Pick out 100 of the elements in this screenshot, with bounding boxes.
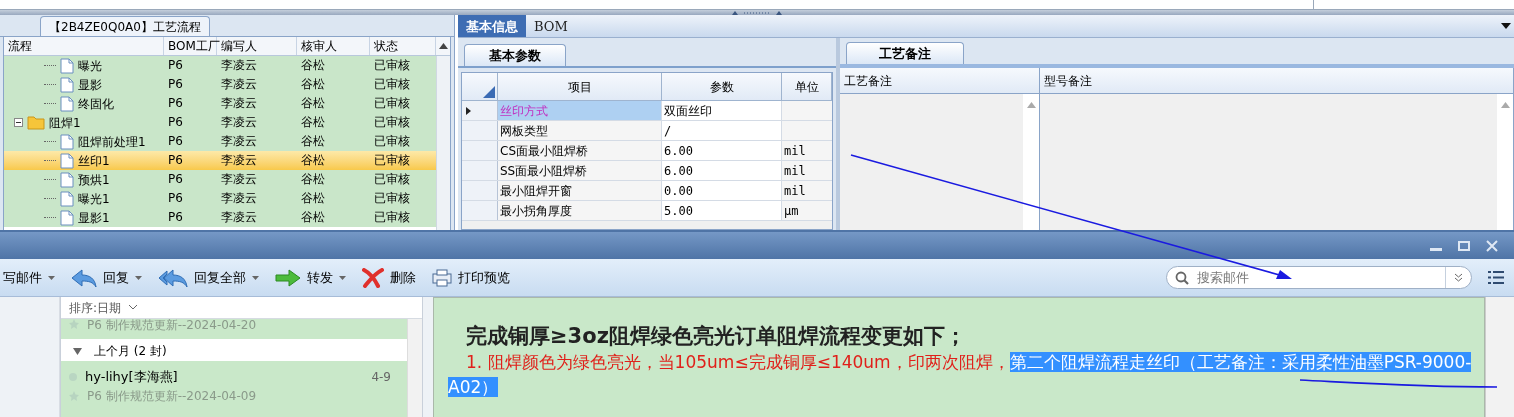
table-cell: mil: [782, 141, 832, 160]
tree-item[interactable]: 曝光: [78, 56, 102, 75]
table-cell-text: P6: [167, 209, 184, 226]
column-header[interactable]: 状态: [370, 37, 436, 55]
message-item[interactable]: hy-lihy[李海燕] 4-9 P6 制作规范更新--2024-04-09: [61, 361, 407, 417]
mail-heading: 完成铜厚≥3oz阻焊绿色亮光订单阻焊流程变更如下；: [465, 323, 967, 350]
column-header[interactable]: 工艺备注: [840, 68, 1039, 94]
panel-tab[interactable]: 工艺备注: [846, 42, 964, 64]
panel-tab[interactable]: 基本参数: [464, 44, 566, 66]
tree-item[interactable]: 阻焊前处理1: [78, 132, 146, 151]
menu-icon[interactable]: [1488, 271, 1504, 284]
tree-item[interactable]: 终固化: [78, 94, 114, 113]
collapse-icon[interactable]: [14, 118, 23, 127]
table-cell: 最小阻焊开窗: [498, 181, 662, 200]
table-cell: 6.00: [662, 161, 782, 180]
tree-item[interactable]: 丝印1: [78, 151, 110, 170]
table-cell-text: P6: [167, 114, 184, 131]
toolbar-button[interactable]: 写邮件: [3, 267, 55, 288]
delete-cross-icon: [362, 267, 384, 288]
tree-item[interactable]: 曝光1: [78, 189, 110, 208]
table-cell: /: [662, 121, 782, 140]
table-cell-text: 李凌云: [220, 152, 258, 169]
maximize-icon[interactable]: [1458, 240, 1470, 251]
document-icon: [60, 190, 74, 207]
scrollbar[interactable]: [407, 319, 422, 417]
table-cell-text: 谷松: [300, 190, 326, 207]
column-header[interactable]: 型号备注: [1040, 68, 1513, 94]
mail-paragraph: 1. 阻焊颜色为绿色亮光，当105um≤完成铜厚≤140um，印两次阻焊，第二个阻焊流程走丝印（工艺备注：采用柔性油墨PSR-9000-A02）: [448, 351, 1473, 399]
document-icon: [60, 76, 74, 93]
table-cell-text: P6: [167, 190, 184, 207]
tree-item[interactable]: 阻焊1: [49, 113, 81, 132]
row-header[interactable]: [462, 101, 498, 120]
toolbar-button[interactable]: 转发: [275, 267, 346, 288]
table-cell-text: 谷松: [300, 114, 326, 131]
document-icon: [60, 171, 74, 188]
double-chevron-icon[interactable]: [1454, 273, 1463, 282]
table-cell: 0.00: [662, 181, 782, 200]
search-field[interactable]: 搜索邮件: [1166, 266, 1472, 289]
search-input[interactable]: 搜索邮件: [1197, 267, 1445, 288]
dropdown-caret-icon[interactable]: [1501, 23, 1511, 29]
table-cell-text: P6: [167, 57, 184, 74]
close-icon[interactable]: [1486, 239, 1498, 252]
tree-item[interactable]: 预烘1: [78, 170, 110, 189]
column-header[interactable]: 单位: [782, 73, 832, 100]
document-icon: [60, 133, 74, 150]
splitter-grip-icon[interactable]: [732, 10, 782, 15]
tree-item[interactable]: 显影: [78, 75, 102, 94]
table-cell-text: 谷松: [300, 209, 326, 226]
toolbar-button[interactable]: 打印预览: [432, 267, 510, 288]
column-header[interactable]: 参数: [662, 73, 782, 100]
table-cell: SS面最小阻焊桥: [498, 161, 662, 180]
table-cell: mil: [782, 161, 832, 180]
scrollbar[interactable]: [1485, 297, 1514, 417]
toolbar-button[interactable]: 删除: [362, 267, 416, 288]
column-header[interactable]: 流程: [4, 37, 164, 55]
toolbar-button[interactable]: 回复全部: [158, 267, 259, 288]
table-cell: 网板类型: [498, 121, 662, 140]
collapse-triangle-icon[interactable]: [73, 347, 82, 355]
panel-tab[interactable]: 【2B4ZE0Q0A0】工艺流程: [40, 16, 210, 36]
table-cell-text: 已审核: [373, 152, 411, 169]
table-cell-text: 谷松: [300, 133, 326, 150]
table-cell-text: 谷松: [300, 171, 326, 188]
table-cell-text: 李凌云: [220, 133, 258, 150]
table-cell-text: 李凌云: [220, 190, 258, 207]
table-cell-text: 李凌云: [220, 76, 258, 93]
printer-icon: [432, 268, 452, 287]
table-cell-text: 已审核: [373, 95, 411, 112]
table-cell: mil: [782, 181, 832, 200]
table-cell-text: P6: [167, 171, 184, 188]
scroll-up-icon[interactable]: [438, 43, 448, 49]
reply-arrow-icon: [71, 267, 97, 288]
chevron-down-icon[interactable]: [129, 305, 138, 310]
message-date: 4-9: [371, 368, 391, 386]
table-cell-text: 已审核: [373, 190, 411, 207]
message-subject: P6 制作规范更新--2024-04-09: [87, 387, 257, 405]
table-cell-text: P6: [167, 152, 184, 169]
star-icon[interactable]: [69, 319, 79, 329]
current-row-icon: [466, 106, 471, 115]
table-cell-text: 已审核: [373, 76, 411, 93]
forward-arrow-icon: [275, 268, 301, 287]
table-cell-text: 谷松: [300, 76, 326, 93]
table-cell-text: 李凌云: [220, 95, 258, 112]
table-cell: CS面最小阻焊桥: [498, 141, 662, 160]
column-header[interactable]: 核审人: [297, 37, 370, 55]
tree-item[interactable]: 显影1: [78, 208, 110, 227]
table-cell-text: 李凌云: [220, 57, 258, 74]
table-cell: 5.00: [662, 201, 782, 220]
reply-all-arrow-icon: [158, 267, 188, 288]
scrollbar[interactable]: [436, 56, 450, 230]
column-header[interactable]: 项目: [498, 73, 662, 100]
tab[interactable]: BOM: [526, 15, 576, 37]
sort-label[interactable]: 排序:日期: [69, 298, 122, 317]
document-icon: [60, 209, 74, 226]
toolbar-button[interactable]: 回复: [71, 267, 142, 288]
corner-icon: [483, 86, 495, 98]
tab[interactable]: 基本信息: [458, 15, 526, 37]
table-cell: 丝印方式: [498, 101, 662, 120]
table-cell-text: 已审核: [373, 171, 411, 188]
table-cell-text: P6: [167, 95, 184, 112]
table-cell-text: 谷松: [300, 95, 326, 112]
